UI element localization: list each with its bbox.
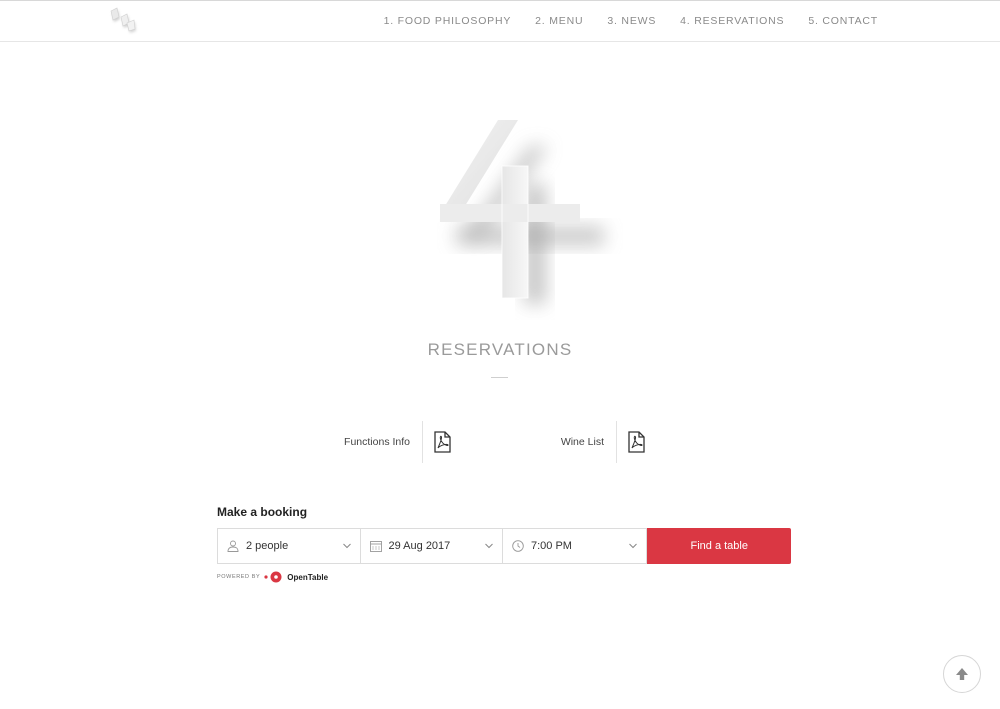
booking-widget: 2 people 29 Aug 2017 7:00 PM Find a tabl… [217,528,792,564]
divider [422,421,423,463]
download-functions-info[interactable]: Functions Info [322,421,451,463]
title-divider [491,377,508,378]
restaurant-logo[interactable] [108,5,140,35]
booking-title: Make a booking [217,505,308,519]
date-value: 29 Aug 2017 [388,540,451,552]
nav-item-food-philosophy[interactable]: 1. FOOD PHILOSOPHY [384,15,512,27]
logo-icon [110,7,136,33]
find-a-table-button[interactable]: Find a table [647,528,792,564]
clock-icon [512,540,524,552]
nav-item-contact[interactable]: 5. CONTACT [808,15,878,27]
time-select[interactable]: 7:00 PM [502,528,648,564]
hero-number-graphic [420,100,640,320]
download-label: Functions Info [344,436,410,448]
page-title: RESERVATIONS [427,340,573,359]
main-nav: 1. FOOD PHILOSOPHY 2. MENU 3. NEWS 4. RE… [360,15,878,27]
chevron-down-icon [342,543,351,549]
date-select[interactable]: 29 Aug 2017 [359,528,502,564]
time-value: 7:00 PM [531,540,572,552]
pdf-icon[interactable] [627,431,645,453]
nav-item-news[interactable]: 3. NEWS [607,15,656,27]
party-size-select[interactable]: 2 people [217,528,360,564]
party-size-value: 2 people [246,540,289,552]
nav-item-reservations[interactable]: 4. RESERVATIONS [680,15,784,27]
top-navigation-bar: 1. FOOD PHILOSOPHY 2. MENU 3. NEWS 4. RE… [0,0,1000,42]
pdf-icon[interactable] [433,431,451,453]
divider [616,421,617,463]
download-wine-list[interactable]: Wine List [516,421,645,463]
person-icon [227,540,239,552]
powered-by-label: POWERED BY [217,574,261,580]
number-4-emboss-icon [440,120,604,304]
calendar-icon [369,541,382,552]
nav-item-menu[interactable]: 2. MENU [535,15,583,27]
opentable-brand: OpenTable [287,572,329,582]
arrow-up-icon [956,668,968,680]
chevron-down-icon [629,543,638,549]
chevron-down-icon [485,543,493,549]
download-label: Wine List [560,436,604,448]
opentable-logo-icon [264,571,282,583]
powered-by-opentable[interactable]: POWERED BY OpenTable [217,571,328,583]
back-to-top-button[interactable] [943,655,981,693]
